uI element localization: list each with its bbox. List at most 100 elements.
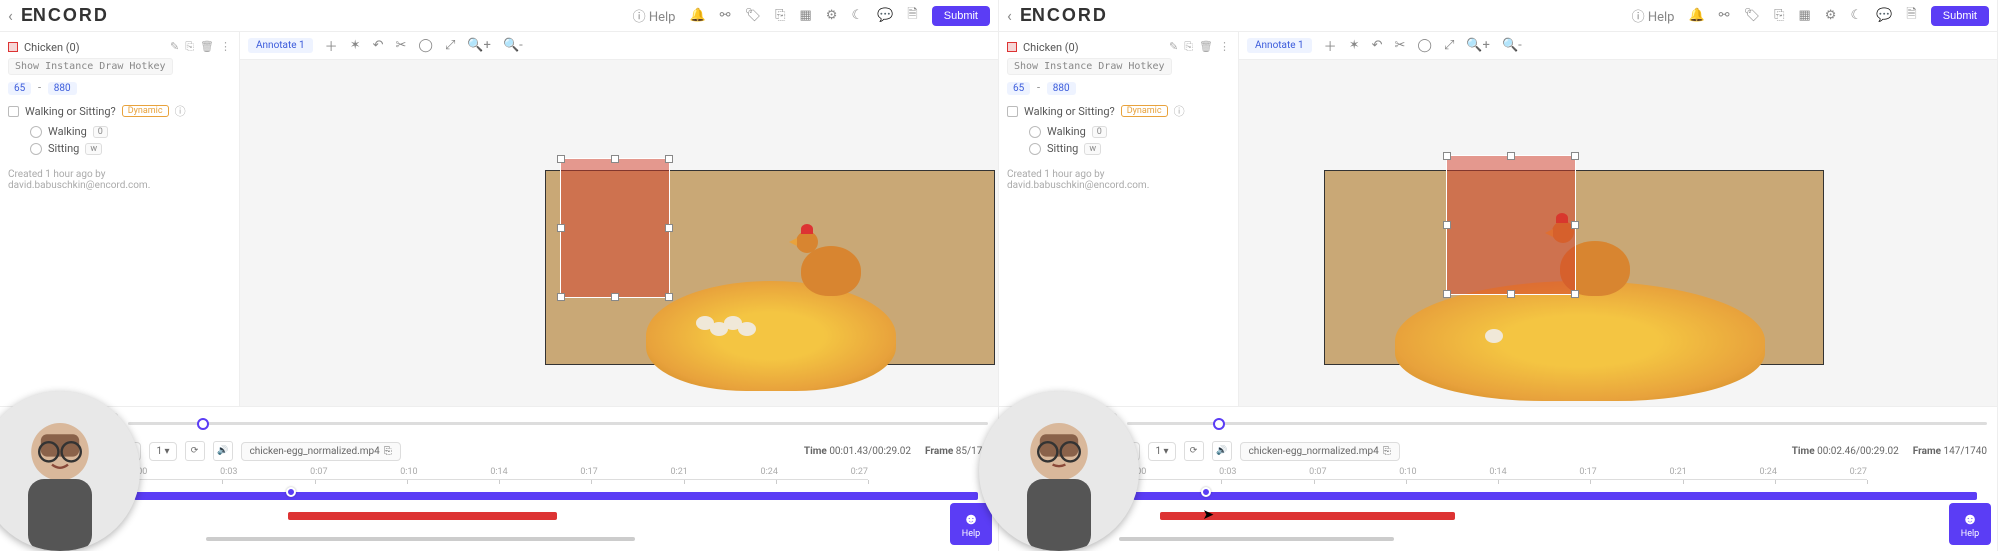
zoom-in-icon[interactable]: 🔍+ (467, 38, 491, 53)
help-link[interactable]: ⓘ Help (1632, 6, 1675, 25)
zoom-slider[interactable] (1127, 416, 1987, 430)
radio-walking[interactable] (30, 126, 42, 138)
doc-icon[interactable]: 🗎 (907, 5, 917, 27)
zoom-slider[interactable] (128, 416, 988, 430)
bounding-box[interactable] (560, 158, 670, 298)
option-walking: Walking 0 (1029, 125, 1230, 138)
gear-icon[interactable]: ⚙ (826, 8, 838, 23)
playhead-icon[interactable] (1201, 487, 1211, 497)
info-icon[interactable]: ⓘ (175, 103, 186, 119)
cut-icon[interactable]: ✂ (396, 38, 407, 53)
wand-icon[interactable]: ✶ (350, 38, 361, 53)
sync-icon[interactable]: ⟳ (1184, 441, 1204, 461)
moon-icon[interactable]: ☾ (851, 8, 863, 23)
timeline[interactable]: 0:000:030:070:100:140:170:210:240:27 chi… (10, 467, 988, 545)
file-chip[interactable]: chicken-egg_normalized.mp4⎘ (241, 442, 401, 461)
object-color-swatch (1007, 42, 1017, 52)
share-icon[interactable]: ⚯ (1719, 8, 1730, 23)
timeline[interactable]: 0:000:030:070:100:140:170:210:240:27 chi… (1009, 467, 1987, 545)
radio-sitting[interactable] (1029, 143, 1041, 155)
option-sitting: Sitting w (1029, 142, 1230, 155)
range-to[interactable]: 880 (48, 82, 77, 95)
timeline-row-object: Chicken (0) ➤ (1009, 507, 1987, 525)
logo: ƎNCORD (1018, 5, 1108, 26)
logo: ƎENCORDNCORD (19, 5, 109, 26)
more-icon[interactable]: ⋮ (220, 40, 231, 54)
bell-icon[interactable]: 🔔 (1688, 8, 1704, 23)
copy-icon[interactable]: ⎘ (185, 40, 194, 54)
range-from[interactable]: 65 (8, 82, 31, 95)
circle-icon[interactable]: ◯ (1417, 38, 1432, 53)
trash-icon[interactable]: 🗑 (200, 40, 214, 54)
annotate-badge[interactable]: Annotate 1 (248, 38, 313, 53)
object-meta: Created 1 hour ago by david.babuschkin@e… (8, 169, 231, 191)
circle-icon[interactable]: ◯ (418, 38, 433, 53)
share-icon[interactable]: ⚯ (720, 8, 731, 23)
help-fab[interactable]: ☻Help (950, 503, 992, 545)
hotkey-badge: 0 (93, 126, 108, 138)
tag-icon[interactable]: 🏷 (1744, 8, 1761, 23)
more-icon[interactable]: ⋮ (1219, 40, 1230, 54)
frame-range: 65 - 880 (1007, 81, 1230, 95)
moon-icon[interactable]: ☾ (1850, 8, 1862, 23)
object-color-swatch (8, 42, 18, 52)
step-select[interactable]: 1 ▾ (149, 442, 176, 461)
zoom-out-icon[interactable]: 🔍- (1502, 38, 1522, 53)
plus-icon[interactable]: ＋ (325, 36, 338, 55)
pencil-icon[interactable]: ✎ (170, 40, 179, 54)
back-icon[interactable]: ‹ (1007, 6, 1012, 25)
attr-checkbox[interactable] (8, 106, 19, 117)
chat-icon[interactable]: 💬 (877, 8, 893, 23)
object-label[interactable]: Chicken (0) (1023, 41, 1079, 54)
expand-icon[interactable]: ⤢ (1444, 38, 1454, 53)
range-from[interactable]: 65 (1007, 82, 1030, 95)
audio-icon[interactable]: 🔊 (1212, 441, 1232, 461)
copy-icon[interactable]: ⎘ (1774, 8, 1784, 23)
trash-icon[interactable]: 🗑 (1199, 40, 1213, 54)
object-label[interactable]: Chicken (0) (24, 41, 80, 54)
step-select[interactable]: 1 ▾ (1148, 442, 1175, 461)
sidebar: Chicken (0) ✎ ⎘ 🗑 ⋮ Show Instance Draw H… (999, 32, 1239, 406)
help-fab[interactable]: ☻Help (1949, 503, 1991, 545)
tag-icon[interactable]: 🏷 (745, 8, 762, 23)
bounding-box[interactable] (1446, 155, 1576, 295)
bell-icon[interactable]: 🔔 (689, 8, 705, 23)
doc-icon[interactable]: 🗎 (1906, 5, 1916, 27)
canvas-toolbar: Annotate 1 ＋ ✶ ↶ ✂ ◯ ⤢ 🔍+ 🔍- (240, 32, 998, 60)
wand-icon[interactable]: ✶ (1349, 38, 1360, 53)
radio-walking[interactable] (1029, 126, 1041, 138)
attr-checkbox[interactable] (1007, 106, 1018, 117)
copy-icon[interactable]: ⎘ (1184, 40, 1193, 54)
submit-button[interactable]: Submit (1931, 6, 1989, 26)
zoom-in-icon[interactable]: 🔍+ (1466, 38, 1490, 53)
cursor-icon: ➤ (1202, 507, 1214, 523)
undo-icon[interactable]: ↶ (373, 38, 384, 53)
zoom-out-icon[interactable]: 🔍- (503, 38, 523, 53)
canvas-toolbar: Annotate 1 ＋ ✶ ↶ ✂ ◯ ⤢ 🔍+ 🔍- (1239, 32, 1997, 60)
file-chip[interactable]: chicken-egg_normalized.mp4⎘ (1240, 442, 1400, 461)
hotkey-hint[interactable]: Show Instance Draw Hotkey (1007, 58, 1172, 75)
hotkey-hint[interactable]: Show Instance Draw Hotkey (8, 58, 173, 75)
sync-icon[interactable]: ⟳ (185, 441, 205, 461)
presenter-avatar (979, 391, 1139, 551)
expand-icon[interactable]: ⤢ (445, 38, 455, 53)
pencil-icon[interactable]: ✎ (1169, 40, 1178, 54)
chat-icon[interactable]: 💬 (1876, 8, 1892, 23)
range-to[interactable]: 880 (1047, 82, 1076, 95)
grid-icon[interactable]: ▦ (800, 8, 812, 23)
playhead-icon[interactable] (286, 487, 296, 497)
copy-icon[interactable]: ⎘ (775, 8, 785, 23)
submit-button[interactable]: Submit (932, 6, 990, 26)
grid-icon[interactable]: ▦ (1799, 8, 1811, 23)
annotate-badge[interactable]: Annotate 1 (1247, 38, 1312, 53)
cut-icon[interactable]: ✂ (1395, 38, 1406, 53)
undo-icon[interactable]: ↶ (1372, 38, 1383, 53)
radio-sitting[interactable] (30, 143, 42, 155)
gear-icon[interactable]: ⚙ (1825, 8, 1837, 23)
canvas[interactable] (1239, 60, 1997, 406)
help-link[interactable]: ⓘ Help (633, 6, 676, 25)
audio-icon[interactable]: 🔊 (213, 441, 233, 461)
plus-icon[interactable]: ＋ (1324, 36, 1337, 55)
info-icon[interactable]: ⓘ (1174, 103, 1185, 119)
back-icon[interactable]: ‹ (8, 6, 13, 25)
